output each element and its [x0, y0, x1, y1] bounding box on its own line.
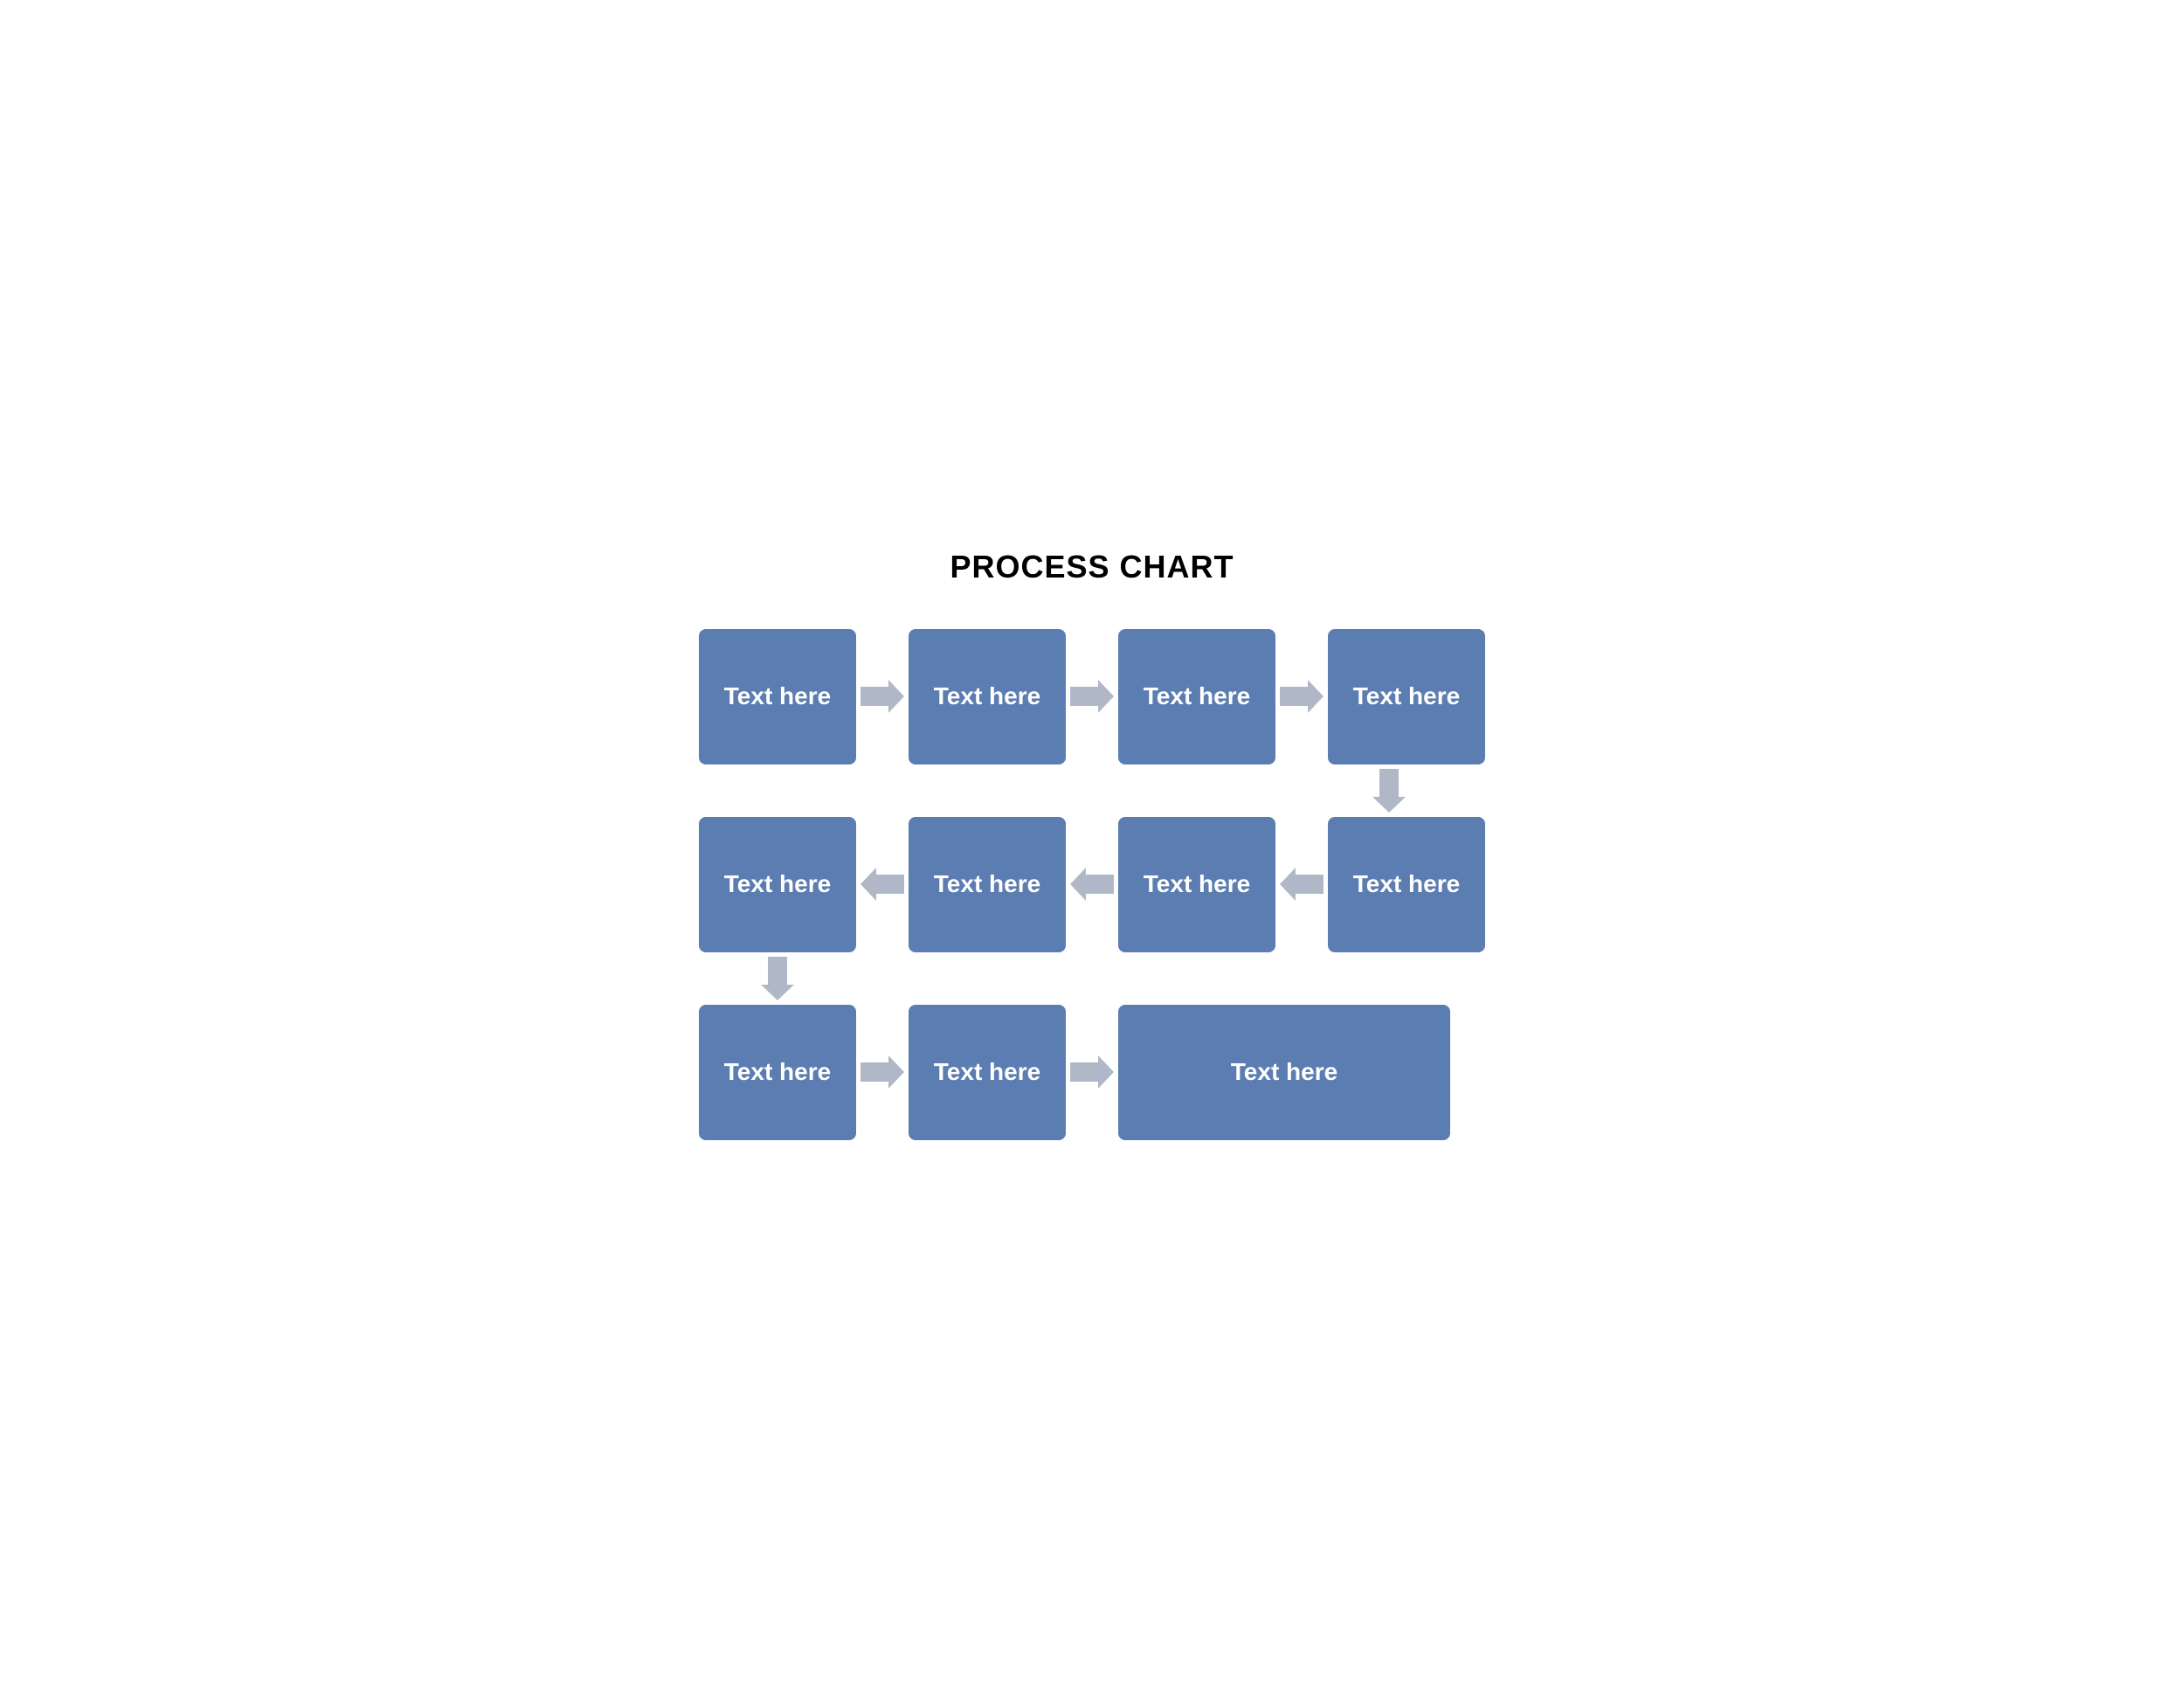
- box-r3-3[interactable]: Text here: [1118, 1005, 1450, 1140]
- box-r2-2[interactable]: Text here: [909, 817, 1066, 952]
- process-grid: Text here Text here Text here Text here: [699, 629, 1485, 1140]
- arrow-left-r2-2: [1066, 867, 1118, 902]
- box-r1-2[interactable]: Text here: [909, 629, 1066, 764]
- row-3: Text here Text here Text here: [699, 1005, 1485, 1140]
- arrow-left-r2-3: [1275, 867, 1328, 902]
- arrow-down-r1: [1372, 764, 1406, 817]
- box-r1-4[interactable]: Text here: [1328, 629, 1485, 764]
- chart-title: PROCESS CHART: [950, 549, 1234, 585]
- arrow-right-r1-3: [1275, 679, 1328, 714]
- box-r2-4[interactable]: Text here: [1328, 817, 1485, 952]
- row-2: Text here Text here Text here Text here: [699, 817, 1485, 952]
- connector-down-left: [699, 952, 1485, 1005]
- arrow-right-r3-2: [1066, 1055, 1118, 1090]
- box-r1-3[interactable]: Text here: [1118, 629, 1275, 764]
- row-1: Text here Text here Text here Text here: [699, 629, 1485, 764]
- box-r1-1[interactable]: Text here: [699, 629, 856, 764]
- arrow-right-r3-1: [856, 1055, 909, 1090]
- arrow-right-r1-2: [1066, 679, 1118, 714]
- arrow-down-r2: [760, 952, 795, 1005]
- chart-container: PROCESS CHART Text here Text here Text h…: [699, 549, 1485, 1140]
- arrow-left-r2-1: [856, 867, 909, 902]
- box-r3-1[interactable]: Text here: [699, 1005, 856, 1140]
- connector-down-right: [699, 764, 1485, 817]
- arrow-right-r1-1: [856, 679, 909, 714]
- box-r2-1[interactable]: Text here: [699, 817, 856, 952]
- box-r3-2[interactable]: Text here: [909, 1005, 1066, 1140]
- box-r2-3[interactable]: Text here: [1118, 817, 1275, 952]
